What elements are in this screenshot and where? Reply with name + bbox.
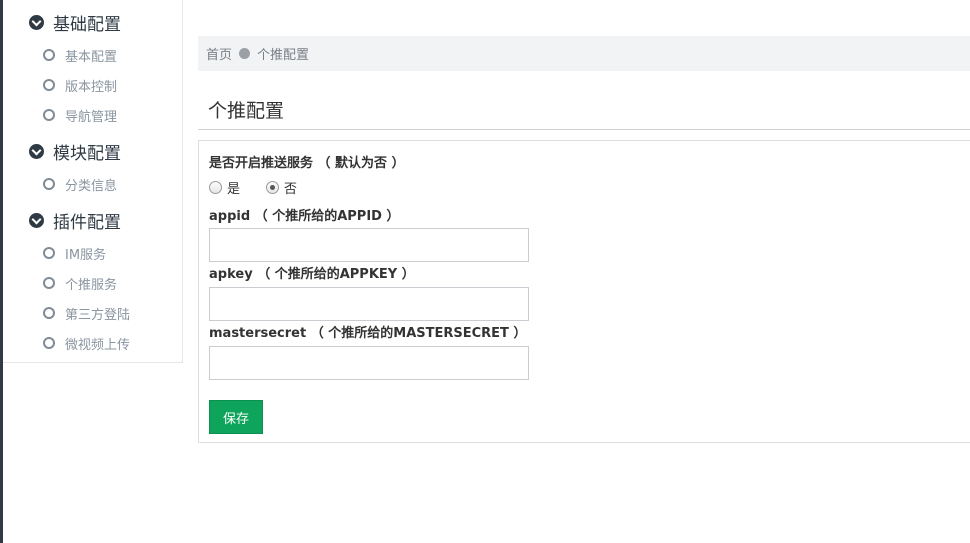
sidebar-item-label: 导航管理	[65, 109, 118, 125]
group-module-config[interactable]: 模块配置	[29, 139, 121, 164]
sidebar-item-third-login[interactable]: 第三方登陆	[43, 303, 130, 323]
circle-icon	[43, 307, 55, 319]
radio-no-label[interactable]: 否	[284, 178, 297, 197]
sidebar-item-video-upload[interactable]: 微视频上传	[43, 333, 130, 353]
radio-no[interactable]	[266, 180, 280, 194]
mastersecret-label: mastersecret （ 个推所给的MASTERSECRET ）	[209, 326, 527, 341]
sidebar-item-label: 第三方登陆	[65, 307, 131, 323]
circle-icon	[43, 109, 55, 121]
title-divider	[198, 129, 970, 130]
circle-icon	[43, 49, 55, 61]
dot-separator-icon	[239, 48, 251, 59]
circle-icon	[43, 277, 55, 289]
push-radio-group: 是 否	[209, 178, 297, 197]
circle-icon	[43, 247, 55, 259]
circle-icon	[43, 337, 55, 349]
circle-icon	[43, 178, 55, 190]
page-title: 个推配置	[208, 100, 285, 122]
push-service-label: 是否开启推送服务 （ 默认为否 ）	[209, 156, 405, 171]
sidebar: 基础配置 基本配置 版本控制 导航管理 模块配置 分类信息 插件配置 IM服务 …	[3, 0, 183, 363]
chevron-down-icon	[29, 143, 44, 159]
sidebar-item-label: 基本配置	[65, 49, 118, 65]
sidebar-item-label: 个推服务	[65, 277, 118, 293]
apkey-input[interactable]	[209, 287, 529, 321]
breadcrumb-current: 个推配置	[257, 48, 310, 63]
group-basic-config[interactable]: 基础配置	[29, 10, 121, 35]
sidebar-item-label: 版本控制	[65, 79, 118, 95]
group-label: 模块配置	[53, 143, 121, 164]
sidebar-item-nav[interactable]: 导航管理	[43, 105, 117, 125]
group-label: 基础配置	[53, 14, 121, 35]
group-plugin-config[interactable]: 插件配置	[29, 208, 121, 233]
save-button[interactable]: 保存	[209, 400, 263, 434]
breadcrumb-home-link[interactable]: 首页	[206, 44, 232, 63]
chevron-down-icon	[29, 14, 44, 30]
radio-yes[interactable]	[209, 180, 222, 194]
sidebar-item-category[interactable]: 分类信息	[43, 174, 117, 194]
sidebar-item-push[interactable]: 个推服务	[43, 273, 117, 293]
breadcrumb: 首页 个推配置	[198, 36, 970, 71]
chevron-down-icon	[29, 212, 44, 228]
sidebar-item-version[interactable]: 版本控制	[43, 75, 117, 95]
sidebar-item-label: IM服务	[65, 247, 107, 263]
sidebar-item-label: 分类信息	[65, 178, 118, 194]
circle-icon	[43, 79, 55, 91]
radio-yes-label[interactable]: 是	[227, 178, 240, 197]
sidebar-item-label: 微视频上传	[65, 337, 131, 353]
mastersecret-input[interactable]	[209, 346, 529, 380]
apkey-label: apkey （ 个推所给的APPKEY ）	[209, 267, 415, 282]
sidebar-item-basic[interactable]: 基本配置	[43, 45, 117, 65]
group-label: 插件配置	[53, 212, 121, 233]
sidebar-item-im[interactable]: IM服务	[43, 243, 106, 263]
appid-input[interactable]	[209, 228, 529, 262]
appid-label: appid （ 个推所给的APPID ）	[209, 209, 400, 224]
